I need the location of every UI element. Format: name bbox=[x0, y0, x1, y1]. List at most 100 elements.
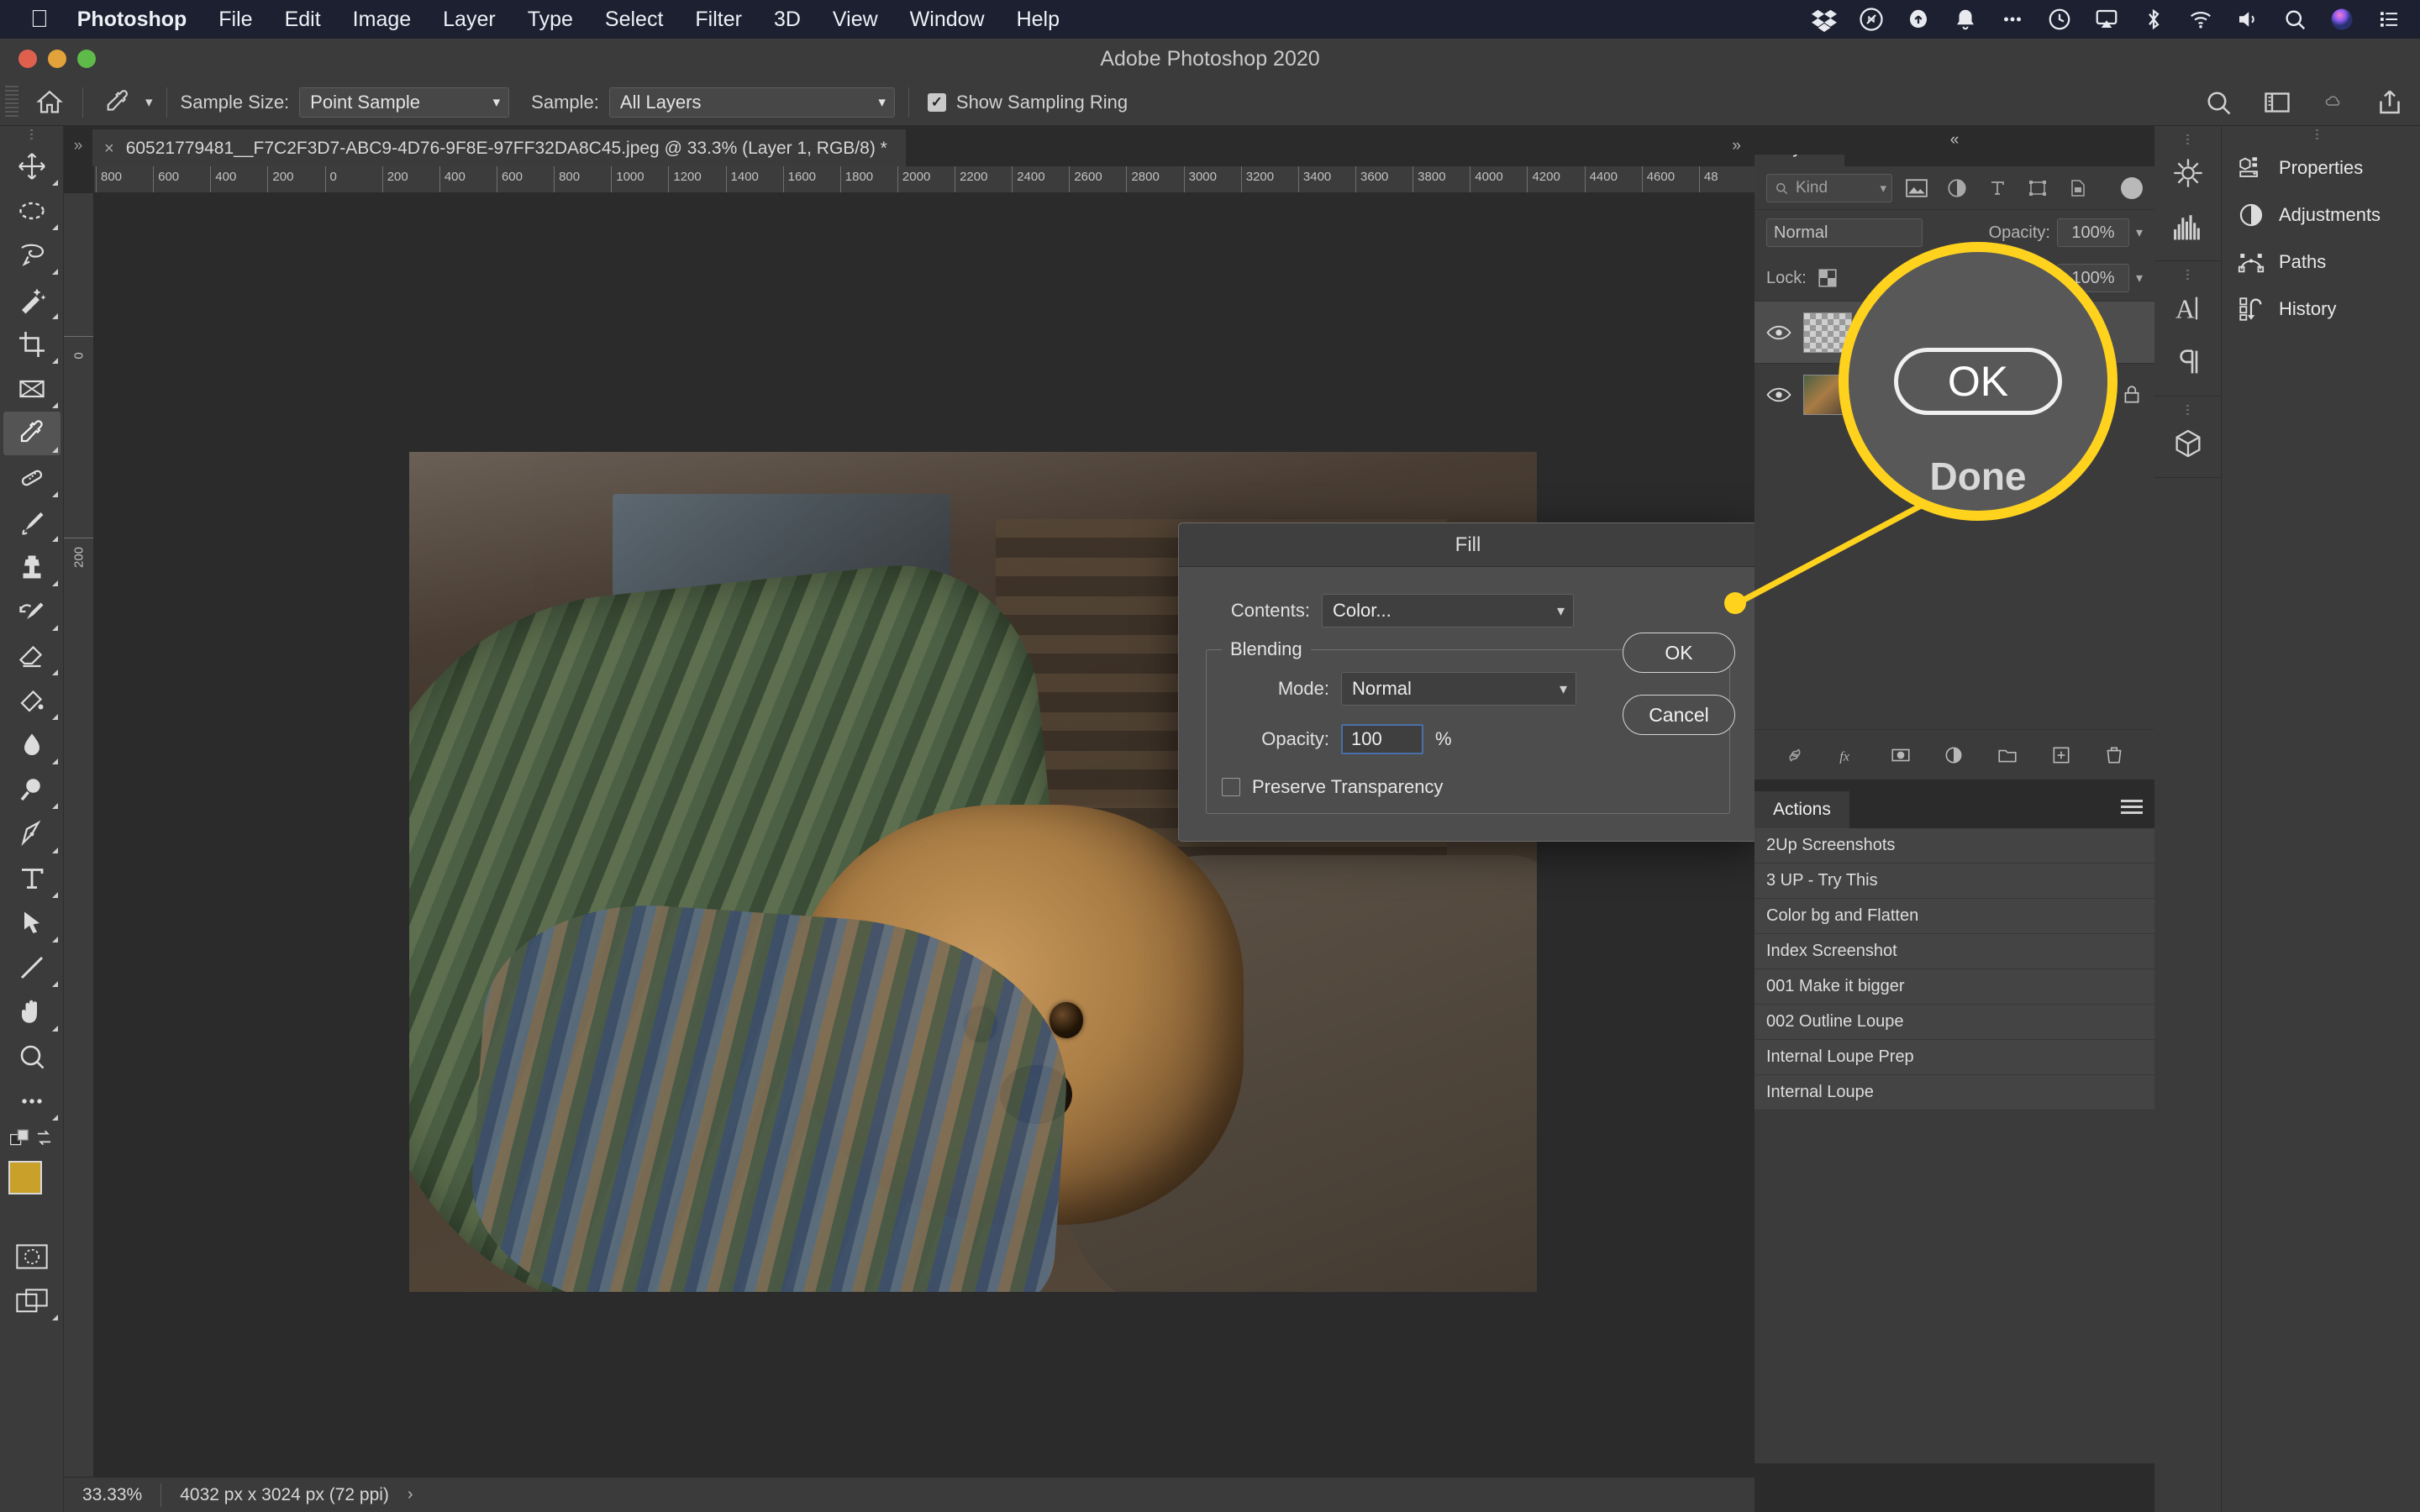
character-icon[interactable]: A bbox=[2154, 281, 2222, 335]
list-item[interactable]: 2Up Screenshots bbox=[1754, 828, 2154, 864]
type-tool[interactable] bbox=[3, 857, 60, 900]
vertical-ruler[interactable]: 0 200 bbox=[64, 193, 94, 1477]
airplay-icon[interactable] bbox=[2094, 7, 2119, 32]
panel-menu-icon[interactable] bbox=[2121, 800, 2143, 816]
control-center-icon[interactable] bbox=[2376, 7, 2402, 32]
show-sampling-ring-checkbox[interactable]: ✓ bbox=[927, 92, 946, 112]
screen-mode-icon[interactable] bbox=[3, 1279, 60, 1323]
delete-layer-icon[interactable] bbox=[2102, 744, 2127, 766]
swap-colors-icon[interactable] bbox=[32, 1127, 56, 1149]
rail-grip[interactable] bbox=[2154, 133, 2221, 146]
tools-panel-grip[interactable] bbox=[0, 126, 63, 144]
cloud-doc-icon[interactable] bbox=[2321, 92, 2346, 113]
history-brush-tool[interactable] bbox=[3, 590, 60, 633]
3d-icon[interactable] bbox=[2154, 417, 2222, 470]
sample-size-select[interactable]: Point Sample ▾ bbox=[299, 87, 510, 118]
list-item[interactable]: Internal Loupe Prep bbox=[1754, 1040, 2154, 1075]
menu-help[interactable]: Help bbox=[1017, 8, 1060, 32]
menu-file[interactable]: File bbox=[218, 8, 252, 32]
status-expand-icon[interactable]: › bbox=[408, 1485, 413, 1504]
panel-link-adjustments[interactable]: Adjustments bbox=[2222, 192, 2420, 239]
menu-image[interactable]: Image bbox=[353, 8, 411, 32]
panel-link-properties[interactable]: Properties bbox=[2222, 144, 2420, 192]
edit-toolbar-button[interactable] bbox=[3, 1079, 60, 1123]
minimize-button[interactable] bbox=[48, 50, 66, 68]
show-sampling-ring-row[interactable]: ✓ Show Sampling Ring bbox=[927, 92, 1128, 113]
preserve-transparency-row[interactable]: Preserve Transparency bbox=[1222, 776, 1718, 798]
new-adjustment-layer-icon[interactable] bbox=[1941, 744, 1966, 766]
sample-select[interactable]: All Layers ▾ bbox=[608, 87, 895, 118]
eraser-tool[interactable] bbox=[3, 634, 60, 678]
chevron-down-icon[interactable]: ▾ bbox=[2136, 224, 2143, 241]
apple-logo-icon[interactable]:  bbox=[30, 7, 49, 32]
layer-style-fx-icon[interactable]: fx bbox=[1835, 744, 1860, 766]
rail-grip[interactable] bbox=[2154, 268, 2221, 281]
filter-toggle-switch[interactable] bbox=[2121, 176, 2143, 199]
lock-transparent-pixels-icon[interactable] bbox=[1817, 267, 1839, 289]
expand-panels-icon[interactable]: » bbox=[1718, 137, 1754, 155]
list-item[interactable]: 002 Outline Loupe bbox=[1754, 1005, 2154, 1040]
search-icon[interactable] bbox=[2203, 87, 2233, 118]
line-shape-tool[interactable] bbox=[3, 946, 60, 990]
clone-stamp-tool[interactable] bbox=[3, 545, 60, 589]
list-item[interactable]: Index Screenshot bbox=[1754, 934, 2154, 969]
zoom-tool[interactable] bbox=[3, 1035, 60, 1079]
brush-settings-icon[interactable] bbox=[2154, 146, 2222, 200]
horizontal-ruler[interactable]: 800 600 400 200 0 200 400 600 800 1000 1200 1400 160… bbox=[94, 166, 1754, 193]
eye-icon[interactable] bbox=[1766, 386, 1791, 404]
add-layer-mask-icon[interactable] bbox=[1888, 744, 1913, 766]
marquee-tool[interactable] bbox=[3, 189, 60, 233]
panel-menu-grip[interactable] bbox=[2222, 126, 2420, 144]
crop-tool[interactable] bbox=[3, 323, 60, 366]
fill-dialog[interactable]: Fill Contents: Color... ▾ Blending Mode:… bbox=[1178, 522, 1758, 842]
panel-link-history[interactable]: History bbox=[2222, 286, 2420, 333]
zoom-level[interactable]: 33.33% bbox=[64, 1485, 160, 1505]
lock-icon[interactable] bbox=[2121, 384, 2143, 406]
paragraph-icon[interactable] bbox=[2154, 335, 2222, 389]
bell-icon[interactable] bbox=[1953, 7, 1978, 32]
filter-kind-select[interactable]: Kind ▾ bbox=[1766, 173, 1892, 202]
clock-icon[interactable] bbox=[2047, 7, 2072, 32]
type-filter-icon[interactable] bbox=[1981, 174, 2013, 202]
notion-icon[interactable] bbox=[1859, 7, 1884, 32]
zoom-button[interactable] bbox=[77, 50, 96, 68]
default-colors-icon[interactable] bbox=[8, 1127, 32, 1149]
eyedropper-icon[interactable] bbox=[97, 84, 139, 121]
backup-icon[interactable] bbox=[1906, 7, 1931, 32]
mode-select[interactable]: Normal ▾ bbox=[1341, 672, 1576, 706]
menu-edit[interactable]: Edit bbox=[285, 8, 321, 32]
histogram-icon[interactable] bbox=[2154, 200, 2222, 254]
list-item[interactable]: Color bg and Flatten bbox=[1754, 899, 2154, 934]
spotlight-search-icon[interactable] bbox=[2282, 7, 2307, 32]
wifi-icon[interactable] bbox=[2188, 7, 2213, 32]
menu-photoshop[interactable]: Photoshop bbox=[77, 8, 187, 32]
bluetooth-icon[interactable] bbox=[2141, 7, 2166, 32]
new-group-icon[interactable] bbox=[1994, 744, 2021, 766]
menu-3d[interactable]: 3D bbox=[774, 8, 801, 32]
opacity-input[interactable]: 100 bbox=[1341, 724, 1423, 754]
rail-grip[interactable] bbox=[2154, 403, 2221, 417]
blend-mode-select[interactable]: Normal bbox=[1766, 218, 1923, 247]
panel-link-paths[interactable]: Paths bbox=[2222, 239, 2420, 286]
eyedropper-tool[interactable] bbox=[3, 412, 60, 455]
options-bar-grip[interactable] bbox=[5, 85, 18, 119]
list-item[interactable]: Internal Loupe bbox=[1754, 1075, 2154, 1110]
list-item[interactable]: 001 Make it bigger bbox=[1754, 969, 2154, 1005]
ok-button[interactable]: OK bbox=[1623, 633, 1735, 673]
move-tool[interactable] bbox=[3, 144, 60, 188]
eye-icon[interactable] bbox=[1766, 323, 1791, 342]
dodge-tool[interactable] bbox=[3, 768, 60, 811]
actions-list-empty-area[interactable] bbox=[1754, 1110, 2154, 1463]
lasso-tool[interactable] bbox=[3, 234, 60, 277]
document-tab[interactable]: × 60521779481__F7C2F3D7-ABC9-4D76-9F8E-9… bbox=[92, 129, 906, 166]
workspace-icon[interactable] bbox=[2262, 87, 2292, 118]
menu-type[interactable]: Type bbox=[528, 8, 573, 32]
dropbox-icon[interactable] bbox=[1812, 7, 1837, 32]
shape-filter-icon[interactable] bbox=[2022, 174, 2054, 202]
layer-opacity-input[interactable]: 100% bbox=[2056, 218, 2129, 247]
path-selection-tool[interactable] bbox=[3, 901, 60, 945]
close-button[interactable] bbox=[18, 50, 37, 68]
hand-tool[interactable] bbox=[3, 990, 60, 1034]
brush-tool[interactable] bbox=[3, 501, 60, 544]
menu-filter[interactable]: Filter bbox=[695, 8, 742, 32]
